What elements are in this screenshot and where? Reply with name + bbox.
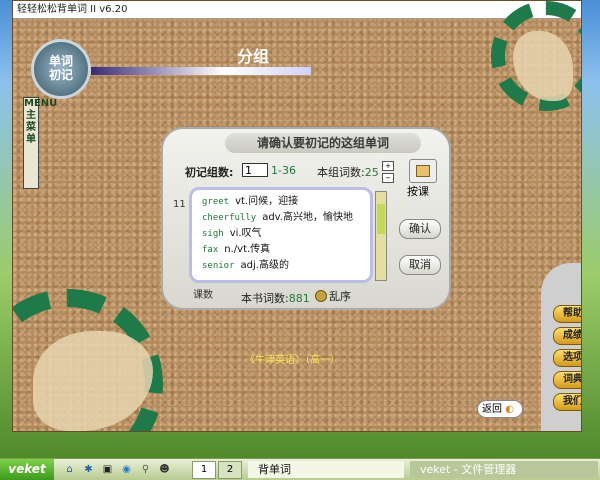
window-title: 轻轻松松背单词 II v6.20 — [13, 1, 581, 19]
back-arrow-icon: ◐ — [505, 404, 514, 415]
shuffle-radio-icon[interactable] — [315, 290, 327, 302]
side-menu-button[interactable]: 成绩 — [553, 327, 581, 345]
word-english: senior — [202, 261, 235, 271]
word-list-scrollbar[interactable] — [375, 191, 387, 281]
penguin-icon[interactable]: ☻ — [157, 462, 172, 477]
word-english: sigh — [202, 229, 224, 239]
word-meaning: adj.高级的 — [240, 260, 289, 271]
back-button[interactable]: 返回 ◐ — [477, 400, 523, 418]
book-total-label: 本书词数: — [241, 292, 289, 305]
batch-label: 课数 — [193, 290, 213, 301]
page-title: 分组 — [237, 47, 270, 66]
per-group-label: 本组词数:25 — [317, 164, 379, 180]
word-row[interactable]: fax n./vt.传真 — [192, 242, 370, 258]
taskbar-task[interactable]: veket - 文件管理器 — [410, 461, 598, 478]
confirm-words-dialog: 请确认要初记的这组单词 初记组数: 1 1-36 本组词数:25 + − 按课 … — [161, 127, 451, 310]
per-group-value: 25 — [364, 166, 379, 179]
side-menu-button[interactable]: 选项 — [553, 349, 581, 367]
start-button[interactable]: veket — [0, 459, 54, 480]
word-row[interactable]: greet vt.问候，迎接 — [192, 194, 370, 210]
main-menu-tab[interactable]: MENU主菜单 — [23, 97, 57, 189]
workspace-button[interactable]: 2 — [218, 461, 242, 479]
word-meaning: vi.叹气 — [229, 228, 262, 239]
back-label: 返回 — [482, 404, 502, 415]
group-stepper[interactable]: + − — [382, 161, 394, 183]
workspace-button[interactable]: 1 — [192, 461, 216, 479]
logo-text-2: 初记 — [48, 68, 73, 82]
word-meaning: n./vt.传真 — [224, 244, 271, 255]
book-name: 《牛津英语》（高一） — [245, 355, 340, 366]
word-row[interactable]: sigh vi.叹气 — [192, 226, 370, 242]
dialog-title: 请确认要初记的这组单词 — [225, 133, 421, 153]
word-meaning: vt.问候，迎接 — [235, 196, 299, 207]
scrollbar-thumb[interactable] — [377, 204, 385, 234]
confirm-button[interactable]: 确认 — [399, 219, 441, 239]
terminal-icon[interactable]: ▣ — [100, 462, 115, 477]
group-count-label: 初记组数: — [185, 166, 234, 179]
index-number: 11 — [173, 199, 186, 210]
word-english: cheerfully — [202, 213, 257, 223]
cancel-button[interactable]: 取消 — [399, 255, 441, 275]
side-menu-button[interactable]: 词典 — [553, 371, 581, 389]
shuffle-label: 乱序 — [329, 290, 351, 303]
word-english: fax — [202, 245, 219, 255]
shuffle-option[interactable]: 乱序 — [315, 288, 351, 304]
side-menu-button[interactable]: 帮助 — [553, 305, 581, 323]
word-english: greet — [202, 197, 230, 207]
book-total-value: 881 — [288, 292, 310, 305]
word-row[interactable]: cheerfully adv.高兴地，愉快地 — [192, 210, 370, 226]
app-window: 轻轻松松背单词 II v6.20 单词 初记 分组 MENU主菜单 请确认要初记… — [12, 0, 582, 432]
stepper-plus-icon[interactable]: + — [382, 161, 394, 171]
folder-icon — [416, 165, 430, 177]
logo-text-1: 单词 — [48, 54, 73, 68]
group-count-input[interactable]: 1 — [242, 163, 268, 177]
app-logo: 单词 初记 — [31, 39, 91, 99]
by-lesson-button[interactable] — [409, 159, 437, 183]
globe-icon[interactable]: ◉ — [119, 462, 134, 477]
home-icon[interactable]: ⌂ — [62, 462, 77, 477]
star-icon[interactable]: ✱ — [81, 462, 96, 477]
word-meaning: adv.高兴地，愉快地 — [262, 212, 353, 223]
stepper-minus-icon[interactable]: − — [382, 173, 394, 183]
taskbar-task[interactable]: 背单词 — [248, 461, 404, 478]
search-icon[interactable]: ⚲ — [138, 462, 153, 477]
taskbar: veket ⌂ ✱ ▣ ◉ ⚲ ☻ 12 背单词 veket - 文件管理器 — [0, 458, 600, 480]
group-count-range: 1-36 — [271, 164, 296, 177]
by-lesson-label: 按课 — [407, 185, 429, 198]
word-row[interactable]: senior adj.高级的 — [192, 258, 370, 274]
side-menu-button[interactable]: 我们 — [553, 393, 581, 411]
per-group-label-text: 本组词数: — [317, 166, 365, 179]
book-total: 本书词数:881 — [241, 290, 310, 306]
word-list[interactable]: greet vt.问候，迎接 cheerfully adv.高兴地，愉快地 sigh vi… — [189, 187, 373, 283]
header-bar — [91, 67, 311, 75]
